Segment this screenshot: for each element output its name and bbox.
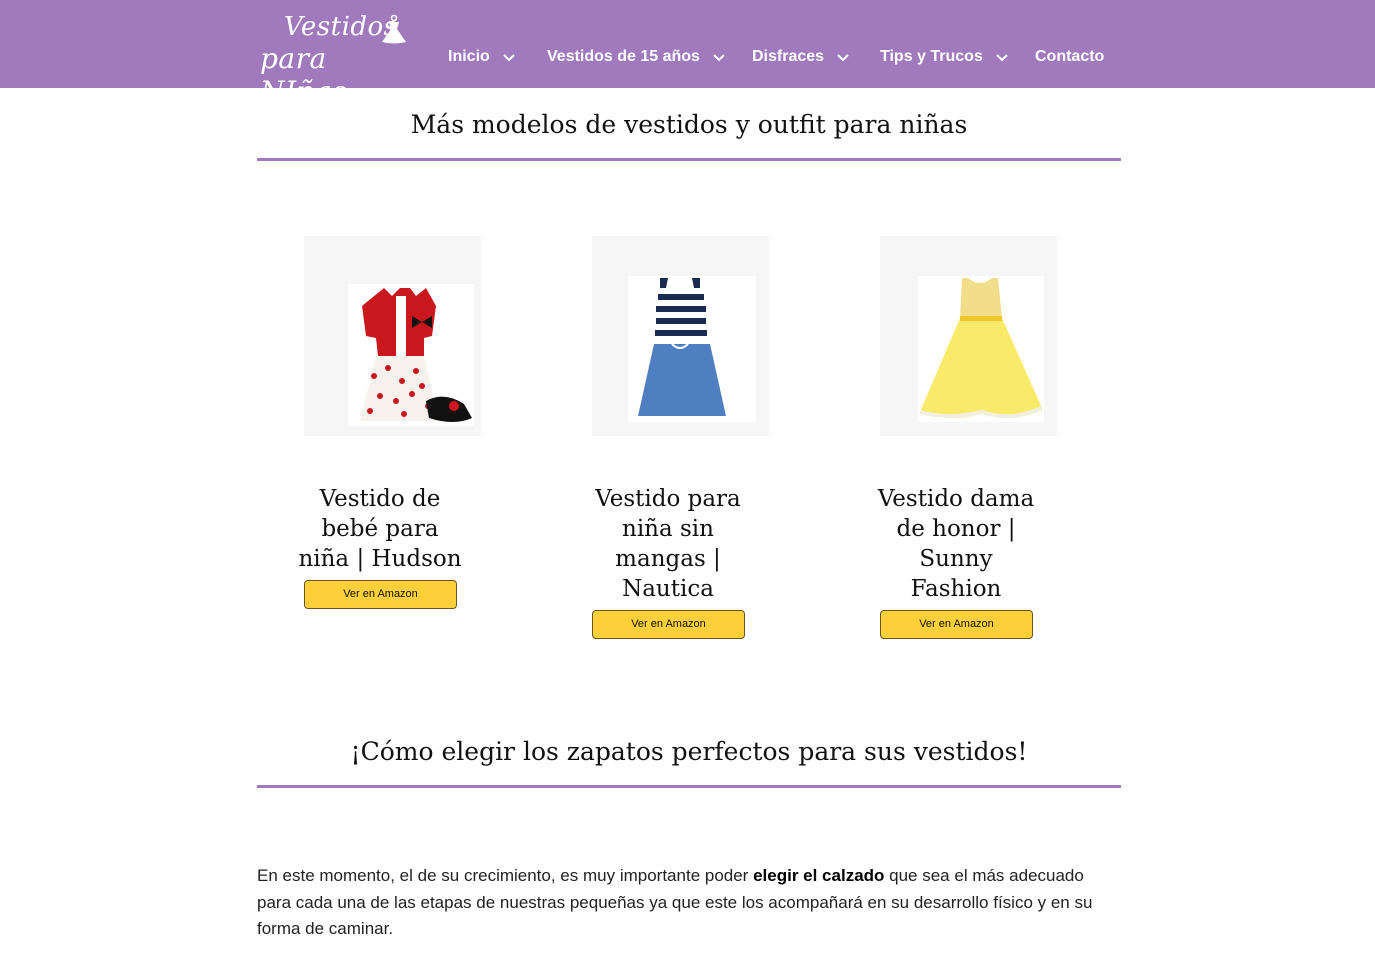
- section-title-shoes: ¡Cómo elegir los zapatos perfectos para …: [350, 737, 1028, 766]
- section-divider: [257, 785, 1121, 788]
- chevron-down-icon: [503, 54, 515, 62]
- nav-item-disfraces[interactable]: Disfraces: [752, 48, 850, 66]
- section-divider: [257, 158, 1121, 161]
- nav-label: Inicio: [448, 48, 490, 65]
- intro-paragraph: En este momento, el de su crecimiento, e…: [257, 863, 1121, 943]
- nav-label: Vestidos de 15 años: [547, 48, 700, 65]
- product-title-nautica[interactable]: Vestido para niña sin mangas | Nautica: [583, 484, 753, 604]
- product-title-hudson[interactable]: Vestido de bebé para niña | Hudson: [295, 484, 465, 574]
- view-on-amazon-button[interactable]: Ver en Amazon: [592, 610, 745, 639]
- nav-item-tips[interactable]: Tips y Trucos: [880, 48, 1009, 66]
- product-title-sunny-fashion[interactable]: Vestido dama de honor | Sunny Fashion: [871, 484, 1041, 604]
- view-on-amazon-button[interactable]: Ver en Amazon: [304, 580, 457, 609]
- navy-stripe-denim-dress-image: [628, 276, 756, 422]
- nav-item-vestidos-15[interactable]: Vestidos de 15 años: [547, 48, 726, 66]
- product-image-hudson[interactable]: [304, 236, 481, 436]
- dress-icon: [382, 14, 406, 44]
- chevron-down-icon: [837, 54, 849, 62]
- chevron-down-icon: [713, 54, 725, 62]
- paragraph-bold-text: elegir el calzado: [753, 866, 885, 885]
- yellow-tulle-dress-image: [918, 276, 1044, 422]
- section-title-models: Más modelos de vestidos y outfit para ni…: [410, 110, 968, 139]
- nav-label: Tips y Trucos: [880, 48, 983, 65]
- red-cardigan-cherry-dress-image: [348, 284, 474, 426]
- site-header: Vestidos para NIñas Inicio Vestidos de 1…: [0, 0, 1375, 108]
- chevron-down-icon: [996, 54, 1008, 62]
- paragraph-text: En este momento, el de su crecimiento, e…: [257, 866, 754, 885]
- view-on-amazon-button[interactable]: Ver en Amazon: [880, 610, 1033, 639]
- nav-item-inicio[interactable]: Inicio: [448, 48, 516, 66]
- nav-label: Disfraces: [752, 48, 825, 65]
- product-image-sunny-fashion[interactable]: [880, 236, 1057, 436]
- logo-text-line2: para NIñas: [260, 42, 348, 108]
- nav-label: Contacto: [1035, 48, 1105, 65]
- product-image-nautica[interactable]: [592, 236, 769, 436]
- nav-item-contacto[interactable]: Contacto: [1035, 48, 1104, 66]
- site-logo[interactable]: Vestidos para NIñas: [258, 10, 418, 108]
